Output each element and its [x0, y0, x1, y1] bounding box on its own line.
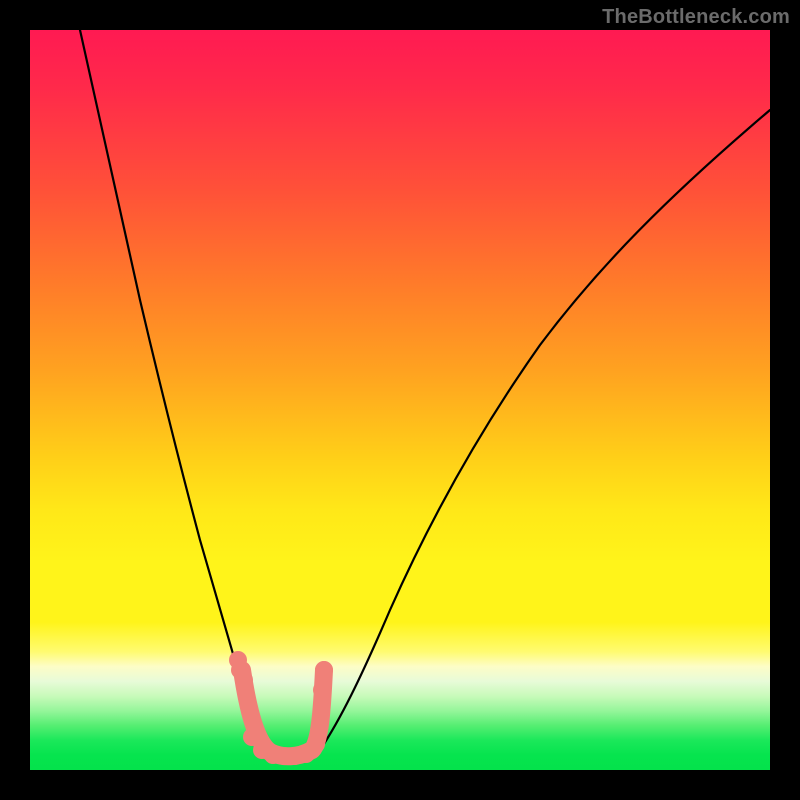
left-curve	[80, 30, 268, 750]
valley-marker	[229, 651, 333, 765]
right-curve	[320, 110, 770, 750]
watermark-text: TheBottleneck.com	[602, 6, 790, 29]
curve-layer	[30, 30, 770, 770]
chart-frame: TheBottleneck.com	[0, 0, 800, 800]
plot-area	[30, 30, 770, 770]
